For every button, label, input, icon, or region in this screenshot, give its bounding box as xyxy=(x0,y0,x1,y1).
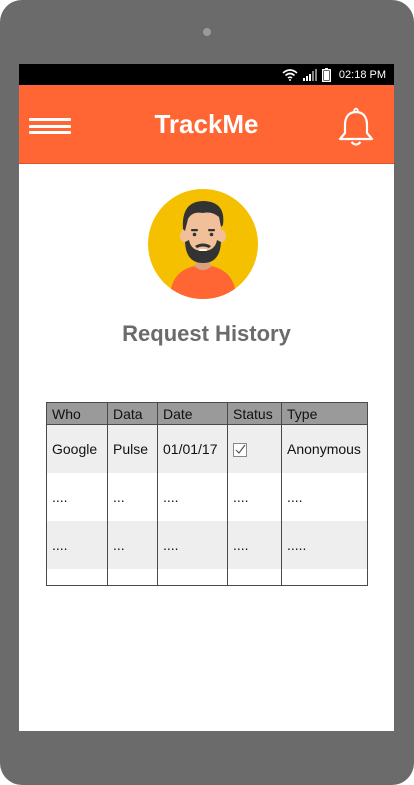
column-header-date: Date xyxy=(157,402,228,425)
cell-data xyxy=(107,569,158,586)
cell-data: ... xyxy=(107,521,158,569)
phone-screen: 02:18 PM TrackMe Request History Who Dat… xyxy=(19,64,394,731)
column-header-status: Status xyxy=(227,402,282,425)
page-title: Request History xyxy=(122,321,291,346)
cell-date xyxy=(157,569,228,586)
cell-date: .... xyxy=(157,473,228,521)
avatar xyxy=(148,189,258,299)
cell-status xyxy=(227,424,282,473)
status-bar: 02:18 PM xyxy=(19,64,394,85)
request-history-table: Who Data Date Status Type Google Pulse 0… xyxy=(46,402,368,586)
cell-date: .... xyxy=(157,521,228,569)
table-row[interactable]: .... ... .... .... .... xyxy=(46,473,368,521)
cell-status: .... xyxy=(227,473,282,521)
wifi-icon xyxy=(282,68,298,81)
cell-type xyxy=(281,569,368,586)
table-row[interactable]: .... ... .... .... ..... xyxy=(46,521,368,569)
battery-icon xyxy=(321,67,331,82)
column-header-who: Who xyxy=(46,402,108,425)
cell-who: .... xyxy=(46,473,108,521)
front-camera xyxy=(203,28,211,36)
cell-type: .... xyxy=(281,473,368,521)
checkbox-checked-icon xyxy=(233,443,247,458)
cell-type: ..... xyxy=(281,521,368,569)
table-row[interactable]: Google Pulse 01/01/17 Anonymous xyxy=(46,424,368,473)
table-row xyxy=(46,569,368,586)
cell-data: ... xyxy=(107,473,158,521)
table-header-row: Who Data Date Status Type xyxy=(46,402,368,425)
column-header-data: Data xyxy=(107,402,158,425)
cell-status xyxy=(227,569,282,586)
signal-icon xyxy=(302,68,317,81)
cell-status: .... xyxy=(227,521,282,569)
column-header-type: Type xyxy=(281,402,368,425)
cell-who: .... xyxy=(46,521,108,569)
bell-icon[interactable] xyxy=(337,107,375,147)
device-frame: 02:18 PM TrackMe Request History Who Dat… xyxy=(0,0,414,785)
cell-who: Google xyxy=(46,424,108,473)
cell-who xyxy=(46,569,108,586)
cell-data: Pulse xyxy=(107,424,158,473)
cell-date: 01/01/17 xyxy=(157,424,228,473)
clock: 02:18 PM xyxy=(338,68,386,81)
app-header: TrackMe xyxy=(19,85,394,164)
cell-type: Anonymous xyxy=(281,424,368,473)
